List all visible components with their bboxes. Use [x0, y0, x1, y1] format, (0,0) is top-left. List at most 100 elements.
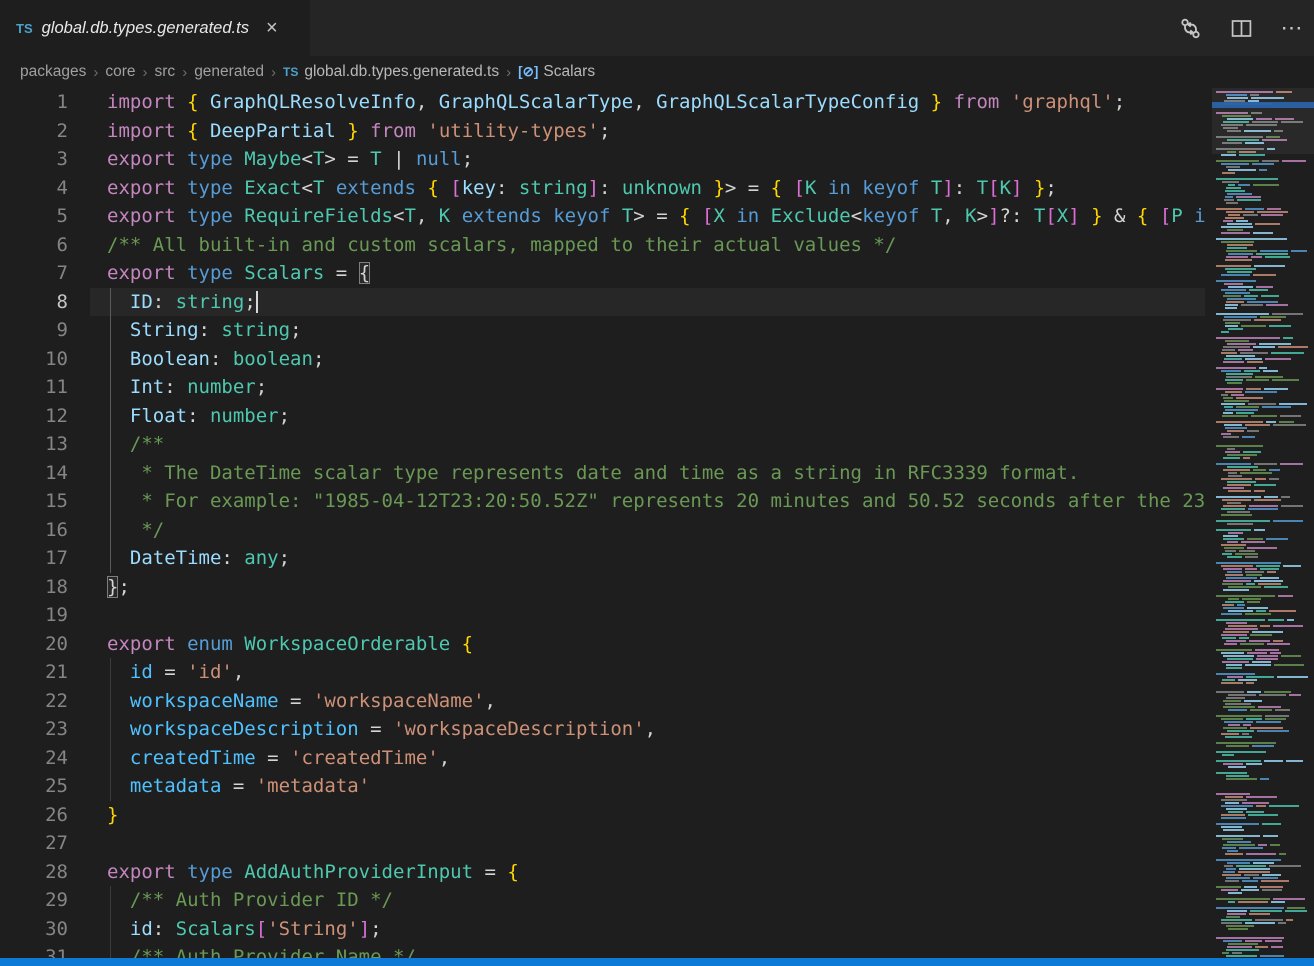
code-line[interactable]: workspaceDescription = 'workspaceDescrip…	[90, 715, 1205, 744]
line-number: 22	[0, 687, 68, 716]
code-line[interactable]: id = 'id',	[90, 658, 1205, 687]
indent-guide	[110, 430, 111, 459]
line-number: 10	[0, 345, 68, 374]
code-line[interactable]	[90, 601, 1205, 630]
code-line[interactable]: }	[90, 801, 1205, 830]
line-number: 26	[0, 801, 68, 830]
line-number: 27	[0, 829, 68, 858]
line-number: 12	[0, 402, 68, 431]
line-number: 6	[0, 231, 68, 260]
code-line[interactable]: };	[90, 573, 1205, 602]
breadcrumb-item-core[interactable]: core	[105, 63, 135, 81]
code-line[interactable]: /** Auth Provider ID */	[90, 886, 1205, 915]
editor-actions: ⋯	[1178, 0, 1304, 56]
code-line[interactable]: Int: number;	[90, 373, 1205, 402]
indent-guide	[110, 943, 111, 958]
status-bar-edge	[0, 958, 1314, 966]
breadcrumb-item-src[interactable]: src	[155, 63, 176, 81]
line-number: 20	[0, 630, 68, 659]
breadcrumb-item-file[interactable]: global.db.types.generated.ts	[304, 63, 499, 81]
code-line[interactable]: id: Scalars['String'];	[90, 915, 1205, 944]
tab-title: global.db.types.generated.ts	[42, 19, 249, 38]
line-number: 24	[0, 744, 68, 773]
indent-guide	[110, 744, 111, 773]
indent-guide	[110, 658, 111, 687]
line-number: 7	[0, 259, 68, 288]
line-number: 31	[0, 943, 68, 958]
indent-guide	[110, 915, 111, 944]
minimap[interactable]	[1212, 88, 1314, 958]
code-line[interactable]: export type Scalars = {	[90, 259, 1205, 288]
tab-global-db-types-generated[interactable]: TS global.db.types.generated.ts ×	[0, 0, 310, 56]
line-number: 11	[0, 373, 68, 402]
breadcrumb-file-icon: TS	[283, 65, 298, 79]
code-line[interactable]: createdTime = 'createdTime',	[90, 744, 1205, 773]
indent-guide	[110, 373, 111, 402]
breadcrumb-separator-icon: ›	[182, 64, 187, 81]
breadcrumb-separator-icon: ›	[93, 64, 98, 81]
split-editor-icon[interactable]	[1229, 16, 1253, 40]
indent-guide	[110, 886, 111, 915]
line-number: 8	[0, 288, 68, 317]
line-number: 28	[0, 858, 68, 887]
minimap-current-line-highlight	[1212, 102, 1314, 108]
indent-guide	[110, 402, 111, 431]
code-content[interactable]: import { GraphQLResolveInfo, GraphQLScal…	[90, 88, 1205, 958]
code-line[interactable]: workspaceName = 'workspaceName',	[90, 687, 1205, 716]
minimap-viewport-slider[interactable]	[1212, 88, 1314, 154]
typescript-file-icon: TS	[16, 21, 33, 36]
code-line[interactable]: import { GraphQLResolveInfo, GraphQLScal…	[90, 88, 1205, 117]
line-number: 30	[0, 915, 68, 944]
indent-guide	[110, 715, 111, 744]
close-tab-icon[interactable]: ×	[266, 18, 278, 38]
code-line[interactable]: * The DateTime scalar type represents da…	[90, 459, 1205, 488]
indent-guide	[110, 516, 111, 545]
indent-guide	[110, 345, 111, 374]
code-line[interactable]: */	[90, 516, 1205, 545]
indent-guide	[110, 487, 111, 516]
line-number: 2	[0, 117, 68, 146]
line-number: 9	[0, 316, 68, 345]
tab-bar: TS global.db.types.generated.ts × ⋯	[0, 0, 1314, 56]
vscode-window: TS global.db.types.generated.ts × ⋯	[0, 0, 1314, 966]
line-number: 23	[0, 715, 68, 744]
breadcrumb-separator-icon: ›	[506, 64, 511, 81]
breadcrumb-item-generated[interactable]: generated	[194, 63, 264, 81]
indent-guide	[110, 459, 111, 488]
code-line[interactable]	[90, 829, 1205, 858]
code-line[interactable]: export type Exact<T extends { [key: stri…	[90, 174, 1205, 203]
breadcrumb-separator-icon: ›	[143, 64, 148, 81]
indent-guide	[110, 544, 111, 573]
code-line[interactable]: DateTime: any;	[90, 544, 1205, 573]
open-changes-icon[interactable]	[1178, 16, 1202, 40]
code-line[interactable]: Float: number;	[90, 402, 1205, 431]
line-number: 3	[0, 145, 68, 174]
code-line[interactable]: /** Auth Provider Name */	[90, 943, 1205, 958]
line-number: 18	[0, 573, 68, 602]
line-number: 17	[0, 544, 68, 573]
code-line[interactable]: export enum WorkspaceOrderable {	[90, 630, 1205, 659]
code-line[interactable]: /**	[90, 430, 1205, 459]
indent-guide	[110, 687, 111, 716]
line-number: 29	[0, 886, 68, 915]
breadcrumb-item-packages[interactable]: packages	[20, 63, 86, 81]
code-editor[interactable]: 1234567891011121314151617181920212223242…	[0, 88, 1314, 958]
line-number: 19	[0, 601, 68, 630]
code-line[interactable]: metadata = 'metadata'	[90, 772, 1205, 801]
indent-guide	[110, 288, 111, 317]
breadcrumb-separator-icon: ›	[271, 64, 276, 81]
line-number: 1	[0, 88, 68, 117]
code-line[interactable]: /** All built-in and custom scalars, map…	[90, 231, 1205, 260]
more-actions-icon[interactable]: ⋯	[1280, 16, 1304, 40]
code-line[interactable]: ID: string;	[90, 288, 1205, 317]
code-line[interactable]: Boolean: boolean;	[90, 345, 1205, 374]
breadcrumb-item-symbol[interactable]: Scalars	[543, 63, 595, 81]
code-line[interactable]: export type RequireFields<T, K extends k…	[90, 202, 1205, 231]
text-cursor	[256, 291, 258, 313]
code-line[interactable]: export type AddAuthProviderInput = {	[90, 858, 1205, 887]
line-number: 14	[0, 459, 68, 488]
code-line[interactable]: String: string;	[90, 316, 1205, 345]
code-line[interactable]: import { DeepPartial } from 'utility-typ…	[90, 117, 1205, 146]
code-line[interactable]: * For example: "1985-04-12T23:20:50.52Z"…	[90, 487, 1205, 516]
code-line[interactable]: export type Maybe<T> = T | null;	[90, 145, 1205, 174]
